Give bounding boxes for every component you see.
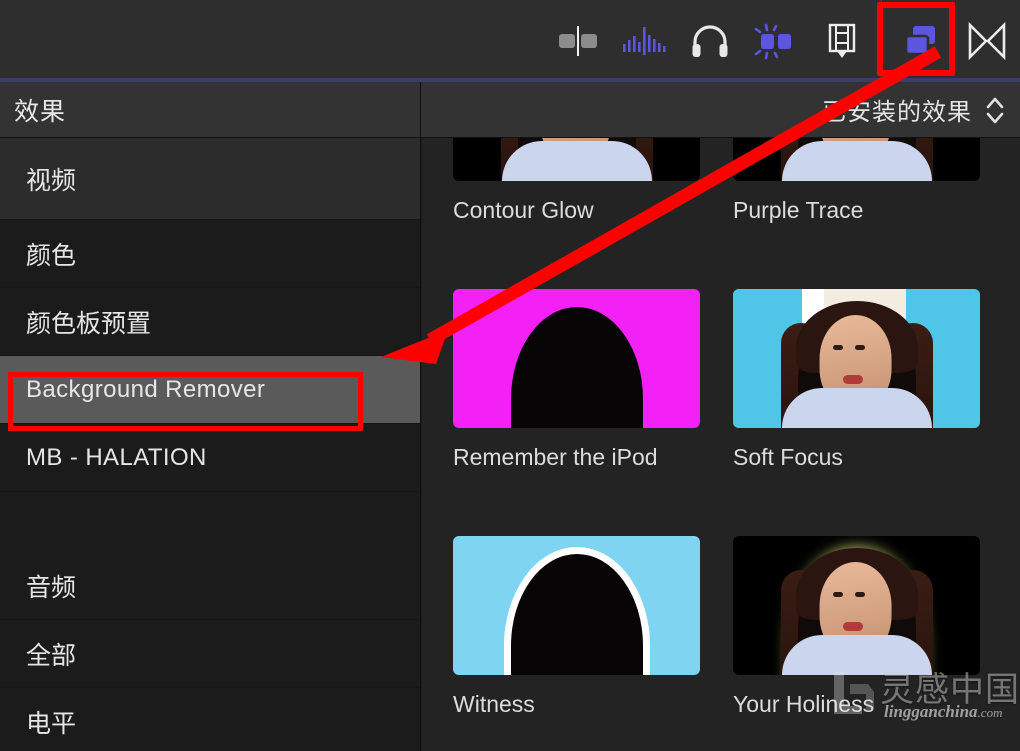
sidebar-item-label: MB - HALATION — [26, 443, 207, 471]
chevron-up-down-icon[interactable] — [984, 93, 1006, 127]
effects-browser-grid[interactable]: Contour Glow Purple Trace Remember the i… — [422, 138, 1020, 751]
thumbnail-artwork — [453, 289, 700, 428]
sidebar-item-label: Background Remover — [26, 375, 266, 403]
effect-thumbnail[interactable] — [733, 138, 980, 181]
top-toolbar — [0, 0, 1020, 82]
effect-label: Soft Focus — [733, 444, 843, 470]
sidebar-item-label: 电平 — [26, 709, 77, 738]
page-title: 效果 — [14, 97, 67, 126]
installed-effects-label: 已安装的效果 — [822, 99, 972, 126]
thumbnail-artwork — [733, 536, 980, 675]
sidebar-item-all[interactable]: 全部 — [0, 620, 420, 688]
effect-label: Your Holiness — [733, 691, 875, 717]
effect-thumbnail[interactable] — [733, 289, 980, 428]
effect-thumbnail[interactable] — [453, 138, 700, 181]
effect-thumbnail[interactable] — [733, 536, 980, 675]
sidebar-item-label: 颜色 — [26, 241, 77, 270]
effects-category-sidebar[interactable]: 视频 颜色 颜色板预置 Background Remover MB - HALA… — [0, 138, 421, 751]
transitions-icon[interactable] — [743, 0, 809, 81]
thumbnail-artwork — [733, 138, 980, 181]
effect-tile[interactable]: Remember the iPod — [453, 289, 733, 536]
effect-label: Purple Trace — [733, 197, 864, 223]
sidebar-item-color-board-preset[interactable]: 颜色板预置 — [0, 288, 420, 356]
effect-thumbnail[interactable] — [453, 289, 700, 428]
effects-panel-title-bar: 效果 — [0, 81, 421, 138]
transitions-browser-icon[interactable] — [954, 0, 1020, 81]
sidebar-category-video[interactable]: 视频 — [0, 138, 420, 220]
thumbnail-artwork — [453, 138, 700, 181]
sidebar-spacer — [0, 492, 420, 552]
effect-label: Contour Glow — [453, 197, 594, 223]
effect-tile[interactable]: Your Holiness — [733, 536, 1013, 751]
sidebar-item-levels[interactable]: 电平 — [0, 688, 420, 751]
headphones-icon[interactable] — [677, 0, 743, 81]
sidebar-item-label: 全部 — [26, 641, 77, 670]
sidebar-item-mb-halation[interactable]: MB - HALATION — [0, 424, 420, 492]
toolbar-divider — [881, 0, 882, 81]
effect-thumbnail[interactable] — [453, 536, 700, 675]
effect-tile[interactable]: Contour Glow — [453, 138, 733, 289]
thumbnail-artwork — [453, 536, 700, 675]
effects-grid-inner: Contour Glow Purple Trace Remember the i… — [422, 138, 1013, 751]
sidebar-item-audio[interactable]: 音频 — [0, 552, 420, 620]
sidebar-item-label: 颜色板预置 — [26, 309, 152, 338]
film-strip-icon[interactable] — [809, 0, 875, 81]
sidebar-item-label: 音频 — [26, 573, 77, 602]
app-window: 效果 已安装的效果 视频 颜色 颜色板预置 Background Remover — [0, 0, 1020, 751]
audio-waveform-icon[interactable] — [611, 0, 677, 81]
sidebar-item-color[interactable]: 颜色 — [0, 220, 420, 288]
split-clip-icon[interactable] — [545, 0, 611, 81]
installed-effects-selector[interactable]: 已安装的效果 — [421, 82, 1020, 138]
toolbar-button-group — [545, 0, 1020, 81]
sidebar-item-background-remover[interactable]: Background Remover — [0, 356, 420, 424]
effect-tile[interactable]: Soft Focus — [733, 289, 1013, 536]
panel-header: 效果 已安装的效果 — [0, 81, 1020, 138]
effect-tile[interactable]: Purple Trace — [733, 138, 1013, 289]
thumbnail-artwork — [733, 289, 980, 428]
effect-tile[interactable]: Witness — [453, 536, 733, 751]
sidebar-category-label: 视频 — [26, 166, 77, 195]
effect-label: Remember the iPod — [453, 444, 658, 470]
effects-browser-icon[interactable] — [888, 0, 954, 81]
effect-label: Witness — [453, 691, 535, 717]
